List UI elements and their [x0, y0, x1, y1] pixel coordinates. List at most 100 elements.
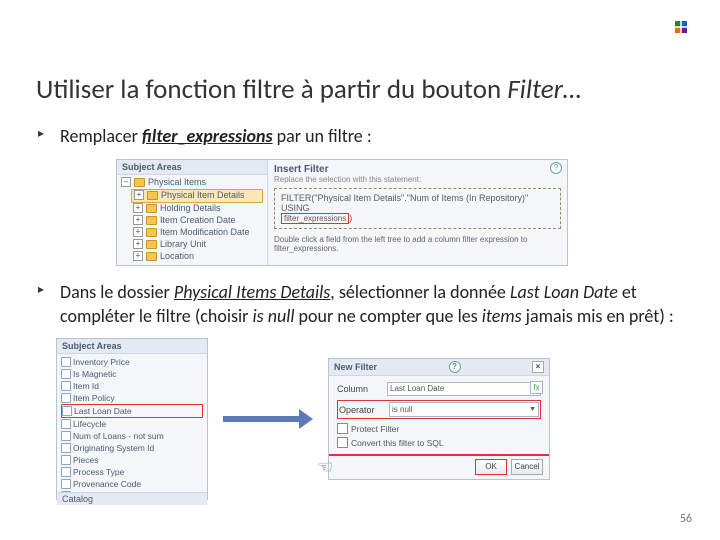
panel-insert-filter: Subject Areas – Physical Items + Physica…	[116, 159, 568, 266]
column-item[interactable]: Inventory Price	[61, 356, 207, 368]
column-list[interactable]: Inventory PriceIs MagneticItem IdItem Po…	[57, 354, 207, 492]
bullet-em: is null	[253, 305, 295, 327]
title-italic: Filter…	[507, 73, 581, 106]
checkbox-icon[interactable]	[337, 437, 348, 448]
column-icon	[61, 419, 71, 429]
bullet-em: Last Loan Date	[510, 281, 618, 303]
convert-sql-checkbox[interactable]: Convert this filter to SQL	[337, 437, 541, 448]
expand-icon[interactable]: +	[133, 227, 143, 237]
expand-icon[interactable]: +	[133, 239, 143, 249]
expand-icon[interactable]: +	[133, 215, 143, 225]
column-label: Item Id	[73, 380, 99, 392]
bullet-text: Remplacer	[60, 125, 142, 147]
column-label: Provenance Code	[73, 478, 141, 490]
column-icon	[61, 443, 71, 453]
tree-item[interactable]: + Item Creation Date	[131, 215, 267, 227]
insert-filter-pane: ? Insert Filter Replace the selection wi…	[268, 160, 567, 265]
column-value: Last Loan Date	[387, 382, 541, 396]
column-label: Num of Loans - not sum	[73, 430, 164, 442]
column-icon	[61, 393, 71, 403]
tree-label: Item Modification Date	[160, 227, 250, 238]
figure-new-filter: Subject Areas Inventory PriceIs Magnetic…	[56, 338, 684, 500]
column-icon	[61, 491, 71, 492]
subject-areas-tree: Subject Areas – Physical Items + Physica…	[117, 160, 268, 265]
dialog-title: New Filter	[334, 362, 377, 372]
slide: Utiliser la fonction filtre à partir du …	[0, 0, 720, 540]
column-item[interactable]: Is Magnetic	[61, 368, 207, 380]
bullet-item: Dans le dossier Physical Items Details, …	[36, 280, 684, 329]
column-item[interactable]: Item Policy	[61, 392, 207, 404]
chevron-down-icon: ▼	[529, 404, 536, 416]
protect-filter-checkbox[interactable]: Protect Filter	[337, 423, 541, 434]
pointing-hand-icon: ☞	[317, 457, 333, 478]
column-item[interactable]: Originating System Id	[61, 442, 207, 454]
tree-item-physical-item-details[interactable]: + Physical Item Details	[131, 189, 263, 203]
statement-box[interactable]: FILTER("Physical Item Details"."Num of I…	[274, 188, 561, 229]
checkbox-icon[interactable]	[337, 423, 348, 434]
statement-line: FILTER("Physical Item Details"."Num of I…	[281, 193, 554, 213]
column-item[interactable]: Provenance Code	[61, 478, 207, 490]
column-item[interactable]: Lifecycle	[61, 418, 207, 430]
bullet-text: Dans le dossier	[60, 281, 174, 303]
expand-icon[interactable]: +	[133, 251, 143, 261]
arrow-graphic	[208, 409, 328, 429]
tree-header: Subject Areas	[57, 339, 207, 354]
collapse-icon[interactable]: –	[121, 177, 131, 187]
column-item[interactable]: Process Type	[61, 466, 207, 478]
dialog-body: fx Column Last Loan Date Operator is nul…	[329, 376, 549, 454]
tree-label: Physical Item Details	[161, 190, 245, 201]
title-text: Utiliser la fonction filtre à partir du …	[36, 73, 507, 106]
bullet-item: Remplacer filter_expressions par un filt…	[36, 124, 684, 148]
bullet-text: jamais mis en prêt) :	[522, 305, 674, 327]
filter-expressions-placeholder: filter_expressions	[281, 213, 349, 224]
operator-row: Operator is null ▼	[337, 400, 541, 419]
operator-value: is null	[392, 404, 412, 416]
dialog-title-bar: New Filter ? ×	[329, 359, 549, 376]
bullet-em: items	[482, 305, 522, 327]
bullet-list: Dans le dossier Physical Items Details, …	[36, 280, 684, 329]
panel-note: Double click a field from the left tree …	[274, 235, 561, 254]
folder-icon	[146, 252, 157, 261]
tree-root[interactable]: – Physical Items	[119, 177, 267, 189]
checkbox-label: Protect Filter	[351, 424, 399, 434]
folder-icon	[146, 228, 157, 237]
bullet-text: pour ne compter que les	[294, 305, 481, 327]
tree-item[interactable]: +Holding Details	[131, 203, 267, 215]
help-icon[interactable]: ?	[550, 162, 562, 174]
column-row: Column Last Loan Date	[337, 382, 541, 396]
column-item[interactable]: Item Id	[61, 380, 207, 392]
tree-item[interactable]: +Location	[131, 251, 267, 263]
column-icon	[61, 455, 71, 465]
expand-icon[interactable]: +	[133, 203, 143, 213]
column-icon	[61, 357, 71, 367]
expand-icon[interactable]: +	[134, 190, 144, 200]
column-icon	[61, 431, 71, 441]
column-item-last-loan-date[interactable]: Last Loan Date	[61, 404, 203, 418]
tree-label: Item Creation Date	[160, 215, 236, 226]
cancel-button[interactable]: Cancel	[511, 459, 543, 475]
column-icon	[61, 467, 71, 477]
arrow-icon	[223, 409, 313, 429]
tree-list: – Physical Items + Physical Item Details…	[117, 175, 267, 263]
tree-item[interactable]: + Item Modification Date	[131, 227, 267, 239]
close-icon[interactable]: ×	[532, 361, 544, 373]
help-icon[interactable]: ?	[449, 361, 461, 373]
ok-button[interactable]: OK	[475, 459, 507, 475]
panel-title: Insert Filter	[274, 164, 561, 175]
column-icon	[61, 369, 71, 379]
bullet-text: par un filtre :	[273, 125, 372, 147]
folder-icon	[134, 178, 145, 187]
bullet-list: Remplacer filter_expressions par un filt…	[36, 124, 684, 148]
catalog-tab[interactable]: Catalog	[57, 492, 207, 505]
statement-close: )	[349, 213, 352, 223]
tree-label: Library Unit	[160, 239, 206, 250]
column-item[interactable]: Num of Loans - not sum	[61, 430, 207, 442]
column-item[interactable]: Pieces	[61, 454, 207, 466]
column-label: Originating System Id	[73, 442, 154, 454]
tree-item[interactable]: + Library Unit	[131, 239, 267, 251]
new-filter-dialog: New Filter ? × fx Column Last Loan Date …	[328, 358, 550, 480]
fx-icon[interactable]: fx	[530, 381, 543, 394]
subject-areas-column-list: Subject Areas Inventory PriceIs Magnetic…	[56, 338, 208, 500]
operator-select[interactable]: is null ▼	[389, 402, 539, 417]
panel-subtitle: Replace the selection with this statemen…	[274, 175, 561, 184]
